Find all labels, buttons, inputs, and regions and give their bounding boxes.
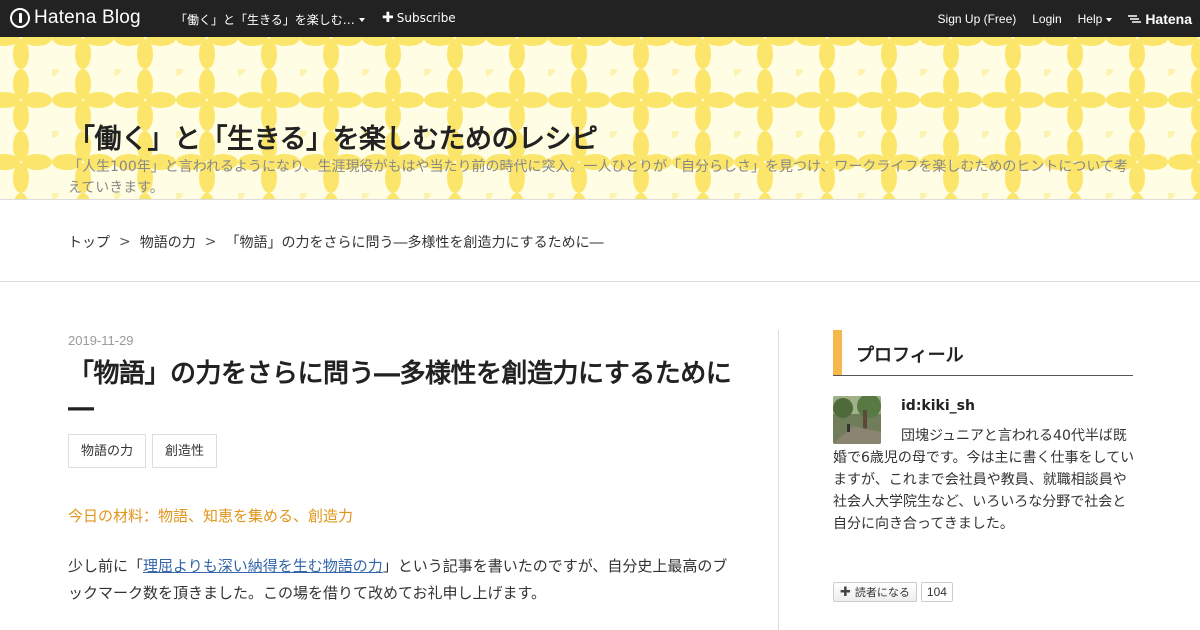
signup-link[interactable]: Sign Up (Free) (938, 12, 1017, 26)
breadcrumb-current: 「物語」の力をさらに問う―多様性を創造力にするために― (225, 235, 604, 251)
para-before: 少し前に「 (68, 557, 144, 575)
profile-title: プロフィール (856, 345, 964, 366)
profile-bio: 団塊ジュニアと言われる40代半ば既婚で6歳児の母です。今は主に書く仕事をしていま… (833, 428, 1135, 532)
tag-souzousei[interactable]: 創造性 (152, 434, 218, 468)
follow-button[interactable]: ✚ 読者になる (833, 582, 917, 602)
breadcrumb: トップ > 物語の力 > 「物語」の力をさらに問う―多様性を創造力にするために― (68, 232, 604, 252)
top-navbar: Hatena Blog 「働く」と「生きる」を楽しむ… ✚ Subscribe … (0, 0, 1200, 37)
entry-paragraph: 少し前に「理屈よりも深い納得を生む物語の力」という記事を書いたのですが、自分史上… (68, 553, 733, 607)
entry-title[interactable]: 「物語」の力をさらに問う―多様性を創造力にするために― (68, 357, 733, 425)
blog-select-label: 「働く」と「生きる」を楽しむ… (175, 13, 355, 27)
plus-icon: ✚ (840, 584, 851, 600)
nav-right: Sign Up (Free) Login Help Hatena (922, 11, 1192, 27)
login-link[interactable]: Login (1032, 12, 1061, 26)
follow-label: 読者になる (854, 586, 910, 599)
blog-description: 「人生100年」と言われるようになり、生涯現役がもはや当たり前の時代に突入。一人… (68, 159, 1128, 196)
breadcrumb-top[interactable]: トップ (68, 232, 110, 252)
hatena-link[interactable]: Hatena (1128, 11, 1192, 27)
entry-tags: 物語の力 創造性 (68, 434, 223, 468)
blog-title[interactable]: 「働く」と「生きる」を楽しむためのレシピ (68, 117, 598, 156)
profile-heading: プロフィール (833, 330, 1133, 376)
subscribe-button[interactable]: ✚ Subscribe (382, 11, 456, 25)
breadcrumb-bar: トップ > 物語の力 > 「物語」の力をさらに問う―多様性を創造力にするために― (0, 199, 1200, 282)
plus-icon: ✚ (382, 10, 394, 26)
hatena-blog-logo[interactable]: Hatena Blog (10, 7, 141, 29)
chevron-down-icon (358, 18, 365, 22)
heading-accent-bar (833, 330, 842, 375)
help-menu[interactable]: Help (1078, 12, 1113, 26)
related-article-link[interactable]: 理屈よりも深い納得を生む物語の力 (143, 557, 383, 575)
hatena-wing-icon (1128, 15, 1142, 23)
profile-id[interactable]: id:kiki_sh (901, 398, 975, 414)
column-divider (778, 330, 779, 630)
breadcrumb-separator: > (204, 234, 217, 250)
blog-select-dropdown[interactable]: 「働く」と「生きる」を楽しむ… (175, 11, 365, 28)
follow-widget: ✚ 読者になる 104 (833, 582, 953, 602)
tag-monogatari[interactable]: 物語の力 (68, 434, 147, 468)
hatena-label: Hatena (1145, 11, 1192, 27)
chevron-down-icon (1106, 17, 1113, 22)
help-label: Help (1077, 12, 1103, 26)
follower-count: 104 (920, 582, 953, 602)
breadcrumb-separator: > (119, 234, 131, 250)
entry-date[interactable]: 2019-11-29 (68, 333, 134, 348)
entry-ingredients: 今日の材料：物語、知恵を集める、創造力 (68, 507, 354, 525)
brand-text: Hatena Blog (34, 7, 141, 28)
hatena-logo-icon (10, 8, 30, 28)
blog-header: 「働く」と「生きる」を楽しむためのレシピ 「人生100年」と言われるようになり、… (0, 37, 1200, 200)
breadcrumb-category[interactable]: 物語の力 (140, 232, 196, 252)
subscribe-label: Subscribe (396, 11, 456, 25)
